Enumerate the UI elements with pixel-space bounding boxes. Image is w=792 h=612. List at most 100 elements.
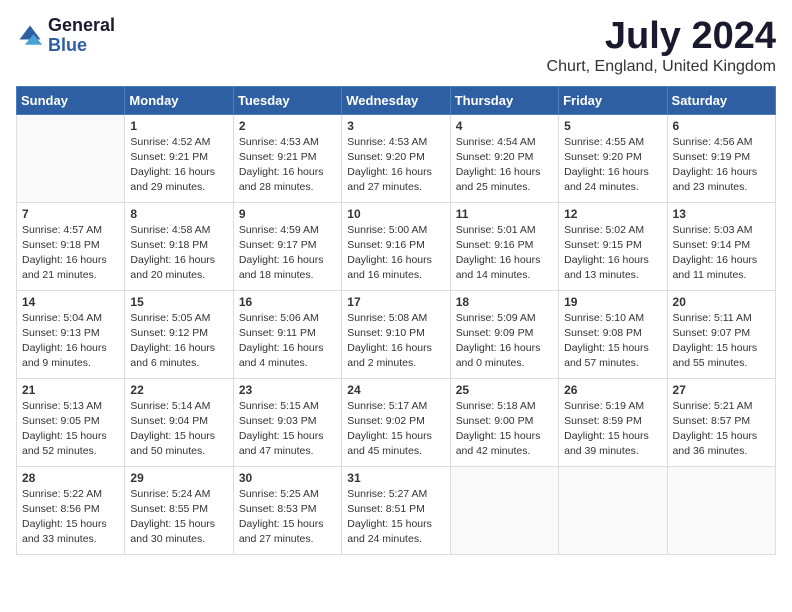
- day-cell: 6 Sunrise: 4:56 AMSunset: 9:19 PMDayligh…: [667, 114, 775, 202]
- day-info: Sunrise: 5:05 AMSunset: 9:12 PMDaylight:…: [130, 312, 215, 370]
- day-info: Sunrise: 5:08 AMSunset: 9:10 PMDaylight:…: [347, 312, 432, 370]
- day-cell: 22 Sunrise: 5:14 AMSunset: 9:04 PMDaylig…: [125, 378, 233, 466]
- subtitle: Churt, England, United Kingdom: [547, 58, 776, 76]
- day-cell: 31 Sunrise: 5:27 AMSunset: 8:51 PMDaylig…: [342, 466, 450, 554]
- day-number: 8: [130, 207, 227, 221]
- day-cell: 28 Sunrise: 5:22 AMSunset: 8:56 PMDaylig…: [17, 466, 125, 554]
- day-cell: 21 Sunrise: 5:13 AMSunset: 9:05 PMDaylig…: [17, 378, 125, 466]
- day-number: 15: [130, 295, 227, 309]
- day-cell: 3 Sunrise: 4:53 AMSunset: 9:20 PMDayligh…: [342, 114, 450, 202]
- day-cell: 14 Sunrise: 5:04 AMSunset: 9:13 PMDaylig…: [17, 290, 125, 378]
- page-container: General Blue July 2024 Churt, England, U…: [16, 16, 776, 555]
- day-info: Sunrise: 4:58 AMSunset: 9:18 PMDaylight:…: [130, 224, 215, 282]
- day-number: 6: [673, 119, 770, 133]
- day-info: Sunrise: 5:21 AMSunset: 8:57 PMDaylight:…: [673, 400, 758, 458]
- col-monday: Monday: [125, 86, 233, 114]
- day-number: 21: [22, 383, 119, 397]
- day-cell: 12 Sunrise: 5:02 AMSunset: 9:15 PMDaylig…: [559, 202, 667, 290]
- col-sunday: Sunday: [17, 86, 125, 114]
- day-cell: 25 Sunrise: 5:18 AMSunset: 9:00 PMDaylig…: [450, 378, 558, 466]
- logo: General Blue: [16, 16, 115, 56]
- day-number: 24: [347, 383, 444, 397]
- col-thursday: Thursday: [450, 86, 558, 114]
- calendar-table: Sunday Monday Tuesday Wednesday Thursday…: [16, 86, 776, 555]
- day-info: Sunrise: 4:54 AMSunset: 9:20 PMDaylight:…: [456, 136, 541, 194]
- day-cell: 27 Sunrise: 5:21 AMSunset: 8:57 PMDaylig…: [667, 378, 775, 466]
- col-saturday: Saturday: [667, 86, 775, 114]
- col-friday: Friday: [559, 86, 667, 114]
- day-number: 23: [239, 383, 336, 397]
- day-number: 13: [673, 207, 770, 221]
- day-cell: [667, 466, 775, 554]
- day-number: 20: [673, 295, 770, 309]
- calendar-body: 1 Sunrise: 4:52 AMSunset: 9:21 PMDayligh…: [17, 114, 776, 554]
- day-number: 11: [456, 207, 553, 221]
- week-row-2: 7 Sunrise: 4:57 AMSunset: 9:18 PMDayligh…: [17, 202, 776, 290]
- day-cell: 4 Sunrise: 4:54 AMSunset: 9:20 PMDayligh…: [450, 114, 558, 202]
- day-number: 31: [347, 471, 444, 485]
- day-number: 16: [239, 295, 336, 309]
- day-number: 22: [130, 383, 227, 397]
- day-number: 1: [130, 119, 227, 133]
- day-info: Sunrise: 4:53 AMSunset: 9:20 PMDaylight:…: [347, 136, 432, 194]
- week-row-5: 28 Sunrise: 5:22 AMSunset: 8:56 PMDaylig…: [17, 466, 776, 554]
- day-number: 25: [456, 383, 553, 397]
- day-info: Sunrise: 5:01 AMSunset: 9:16 PMDaylight:…: [456, 224, 541, 282]
- day-cell: 16 Sunrise: 5:06 AMSunset: 9:11 PMDaylig…: [233, 290, 341, 378]
- day-info: Sunrise: 4:55 AMSunset: 9:20 PMDaylight:…: [564, 136, 649, 194]
- day-number: 28: [22, 471, 119, 485]
- day-info: Sunrise: 5:04 AMSunset: 9:13 PMDaylight:…: [22, 312, 107, 370]
- day-info: Sunrise: 4:53 AMSunset: 9:21 PMDaylight:…: [239, 136, 324, 194]
- day-cell: 9 Sunrise: 4:59 AMSunset: 9:17 PMDayligh…: [233, 202, 341, 290]
- day-info: Sunrise: 4:56 AMSunset: 9:19 PMDaylight:…: [673, 136, 758, 194]
- week-row-1: 1 Sunrise: 4:52 AMSunset: 9:21 PMDayligh…: [17, 114, 776, 202]
- day-cell: 24 Sunrise: 5:17 AMSunset: 9:02 PMDaylig…: [342, 378, 450, 466]
- day-info: Sunrise: 5:03 AMSunset: 9:14 PMDaylight:…: [673, 224, 758, 282]
- day-number: 12: [564, 207, 661, 221]
- day-info: Sunrise: 5:19 AMSunset: 8:59 PMDaylight:…: [564, 400, 649, 458]
- day-cell: 17 Sunrise: 5:08 AMSunset: 9:10 PMDaylig…: [342, 290, 450, 378]
- day-info: Sunrise: 4:52 AMSunset: 9:21 PMDaylight:…: [130, 136, 215, 194]
- day-info: Sunrise: 5:10 AMSunset: 9:08 PMDaylight:…: [564, 312, 649, 370]
- day-info: Sunrise: 5:09 AMSunset: 9:09 PMDaylight:…: [456, 312, 541, 370]
- logo-general: General: [48, 16, 115, 36]
- calendar-header: Sunday Monday Tuesday Wednesday Thursday…: [17, 86, 776, 114]
- header-row: Sunday Monday Tuesday Wednesday Thursday…: [17, 86, 776, 114]
- day-info: Sunrise: 5:27 AMSunset: 8:51 PMDaylight:…: [347, 488, 432, 546]
- day-info: Sunrise: 5:17 AMSunset: 9:02 PMDaylight:…: [347, 400, 432, 458]
- day-cell: 20 Sunrise: 5:11 AMSunset: 9:07 PMDaylig…: [667, 290, 775, 378]
- day-info: Sunrise: 5:02 AMSunset: 9:15 PMDaylight:…: [564, 224, 649, 282]
- day-number: 18: [456, 295, 553, 309]
- day-cell: 2 Sunrise: 4:53 AMSunset: 9:21 PMDayligh…: [233, 114, 341, 202]
- day-cell: 30 Sunrise: 5:25 AMSunset: 8:53 PMDaylig…: [233, 466, 341, 554]
- day-info: Sunrise: 4:59 AMSunset: 9:17 PMDaylight:…: [239, 224, 324, 282]
- day-cell: 19 Sunrise: 5:10 AMSunset: 9:08 PMDaylig…: [559, 290, 667, 378]
- day-info: Sunrise: 5:00 AMSunset: 9:16 PMDaylight:…: [347, 224, 432, 282]
- day-cell: 10 Sunrise: 5:00 AMSunset: 9:16 PMDaylig…: [342, 202, 450, 290]
- day-cell: 23 Sunrise: 5:15 AMSunset: 9:03 PMDaylig…: [233, 378, 341, 466]
- day-number: 3: [347, 119, 444, 133]
- day-number: 17: [347, 295, 444, 309]
- day-cell: 1 Sunrise: 4:52 AMSunset: 9:21 PMDayligh…: [125, 114, 233, 202]
- day-cell: 18 Sunrise: 5:09 AMSunset: 9:09 PMDaylig…: [450, 290, 558, 378]
- day-cell: 8 Sunrise: 4:58 AMSunset: 9:18 PMDayligh…: [125, 202, 233, 290]
- day-info: Sunrise: 5:24 AMSunset: 8:55 PMDaylight:…: [130, 488, 215, 546]
- day-number: 9: [239, 207, 336, 221]
- day-info: Sunrise: 5:06 AMSunset: 9:11 PMDaylight:…: [239, 312, 324, 370]
- day-number: 26: [564, 383, 661, 397]
- day-number: 14: [22, 295, 119, 309]
- day-info: Sunrise: 5:15 AMSunset: 9:03 PMDaylight:…: [239, 400, 324, 458]
- day-cell: [559, 466, 667, 554]
- day-info: Sunrise: 5:14 AMSunset: 9:04 PMDaylight:…: [130, 400, 215, 458]
- day-cell: [17, 114, 125, 202]
- day-number: 30: [239, 471, 336, 485]
- day-cell: 7 Sunrise: 4:57 AMSunset: 9:18 PMDayligh…: [17, 202, 125, 290]
- day-number: 4: [456, 119, 553, 133]
- day-info: Sunrise: 4:57 AMSunset: 9:18 PMDaylight:…: [22, 224, 107, 282]
- day-number: 29: [130, 471, 227, 485]
- day-cell: 26 Sunrise: 5:19 AMSunset: 8:59 PMDaylig…: [559, 378, 667, 466]
- day-number: 19: [564, 295, 661, 309]
- header: General Blue July 2024 Churt, England, U…: [16, 16, 776, 76]
- week-row-4: 21 Sunrise: 5:13 AMSunset: 9:05 PMDaylig…: [17, 378, 776, 466]
- logo-blue: Blue: [48, 36, 115, 56]
